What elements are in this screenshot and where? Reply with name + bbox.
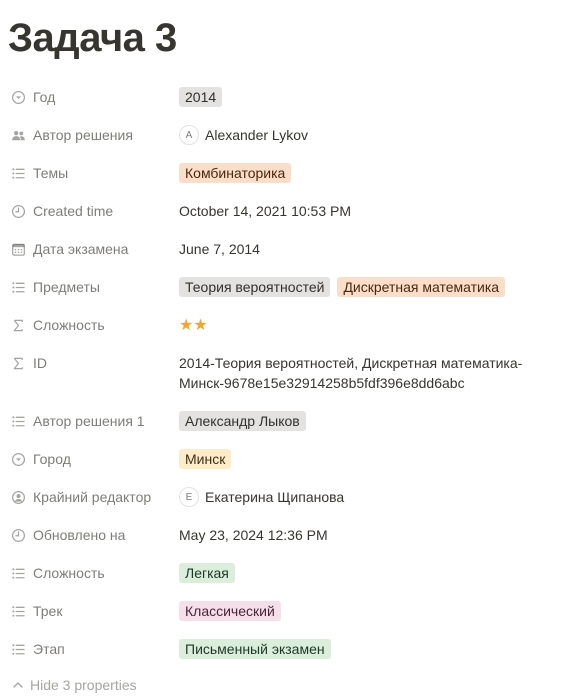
property-label-id[interactable]: ID <box>10 344 170 382</box>
property-label-text: Темы <box>33 165 69 181</box>
property-label-text: Автор решения 1 <box>33 413 145 429</box>
clock-icon <box>10 203 26 219</box>
tag: Теория вероятностей <box>179 277 331 297</box>
property-label-exam-date[interactable]: Дата экзамена <box>10 230 170 268</box>
tag: Дискретная математика <box>337 277 506 297</box>
property-label-text: Трек <box>33 603 63 619</box>
select-icon <box>10 451 26 467</box>
property-value-subjects[interactable]: Теория вероятностей Дискретная математик… <box>179 268 512 306</box>
chevron-up-icon <box>12 679 30 691</box>
person-name: Екатерина Щипанова <box>205 489 345 505</box>
tag: Классический <box>179 601 281 621</box>
date-value: June 7, 2014 <box>179 241 260 257</box>
clock-icon <box>10 527 26 543</box>
property-label-solution-author-1[interactable]: Автор решения 1 <box>10 402 170 440</box>
id-line-1: 2014-Теория вероятностей, Дискретная мат… <box>179 355 523 371</box>
id-line-2: Минск-9678e15e32914258b5fdf396e8dd6abc <box>179 375 465 391</box>
tag: Александр Лыков <box>179 411 306 431</box>
hide-properties-button[interactable]: Hide 3 properties <box>12 677 137 693</box>
tag: Комбинаторика <box>179 163 292 183</box>
property-label-updated-at[interactable]: Обновлено на <box>10 516 170 554</box>
property-label-year[interactable]: Год <box>10 78 170 116</box>
property-label-text: Created time <box>33 203 114 219</box>
tag: 2014 <box>179 87 223 107</box>
avatar: A <box>179 125 199 145</box>
person-name: Alexander Lykov <box>205 127 308 143</box>
property-label-text: Этап <box>33 641 65 657</box>
timestamp: May 23, 2024 12:36 PM <box>179 527 328 543</box>
property-value-updated-at: May 23, 2024 12:36 PM <box>179 516 328 554</box>
property-label-text: Дата экзамена <box>33 241 129 257</box>
property-label-created-time[interactable]: Created time <box>10 192 170 230</box>
sigma-icon <box>10 355 26 371</box>
property-value-solution-author-1[interactable]: Александр Лыков <box>179 402 313 440</box>
property-value-exam-date[interactable]: June 7, 2014 <box>179 230 260 268</box>
property-label-track[interactable]: Трек <box>10 592 170 630</box>
property-label-city[interactable]: Город <box>10 440 170 478</box>
property-value-solution-author[interactable]: A Alexander Lykov <box>179 116 308 154</box>
sigma-icon <box>10 317 26 333</box>
list-icon <box>10 413 26 429</box>
property-label-text: Сложность <box>33 317 105 333</box>
property-label-stage[interactable]: Этап <box>10 630 170 668</box>
star-rating: ★★ <box>179 317 208 334</box>
property-label-topics[interactable]: Темы <box>10 154 170 192</box>
property-value-id: 2014-Теория вероятностей, Дискретная мат… <box>179 353 549 393</box>
property-value-created-time: October 14, 2021 10:53 PM <box>179 192 351 230</box>
property-value-difficulty[interactable]: Легкая <box>179 554 242 592</box>
calendar-icon <box>10 241 26 257</box>
property-label-text: Обновлено на <box>33 527 126 543</box>
person-circle-icon <box>10 489 26 505</box>
list-icon <box>10 603 26 619</box>
property-label-text: ID <box>33 355 47 371</box>
property-value-city[interactable]: Минск <box>179 440 238 478</box>
property-label-text: Крайний редактор <box>33 489 152 505</box>
property-value-year[interactable]: 2014 <box>179 78 229 116</box>
property-value-difficulty-formula: ★★ <box>179 306 208 344</box>
property-value-topics[interactable]: Комбинаторика <box>179 154 298 192</box>
property-label-difficulty[interactable]: Сложность <box>10 554 170 592</box>
property-label-last-editor[interactable]: Крайний редактор <box>10 478 170 516</box>
property-label-text: Сложность <box>33 565 105 581</box>
tag: Письменный экзамен <box>179 639 331 659</box>
list-icon <box>10 565 26 581</box>
timestamp: October 14, 2021 10:53 PM <box>179 203 351 219</box>
property-label-text: Предметы <box>33 279 100 295</box>
page-title[interactable]: Задача 3 <box>8 14 177 62</box>
avatar: E <box>179 487 199 507</box>
people-icon <box>10 127 26 143</box>
list-icon <box>10 279 26 295</box>
property-value-stage[interactable]: Письменный экзамен <box>179 630 338 668</box>
property-label-text: Город <box>33 451 71 467</box>
tag: Минск <box>179 449 232 469</box>
property-value-last-editor: E Екатерина Щипанова <box>179 478 344 516</box>
property-label-solution-author[interactable]: Автор решения <box>10 116 170 154</box>
hide-properties-label: Hide 3 properties <box>30 677 137 693</box>
select-icon <box>10 89 26 105</box>
property-label-difficulty-formula[interactable]: Сложность <box>10 306 170 344</box>
list-icon <box>10 165 26 181</box>
property-label-subjects[interactable]: Предметы <box>10 268 170 306</box>
property-label-text: Автор решения <box>33 127 133 143</box>
property-value-track[interactable]: Классический <box>179 592 288 630</box>
tag: Легкая <box>179 563 235 583</box>
property-label-text: Год <box>33 89 56 105</box>
list-icon <box>10 641 26 657</box>
